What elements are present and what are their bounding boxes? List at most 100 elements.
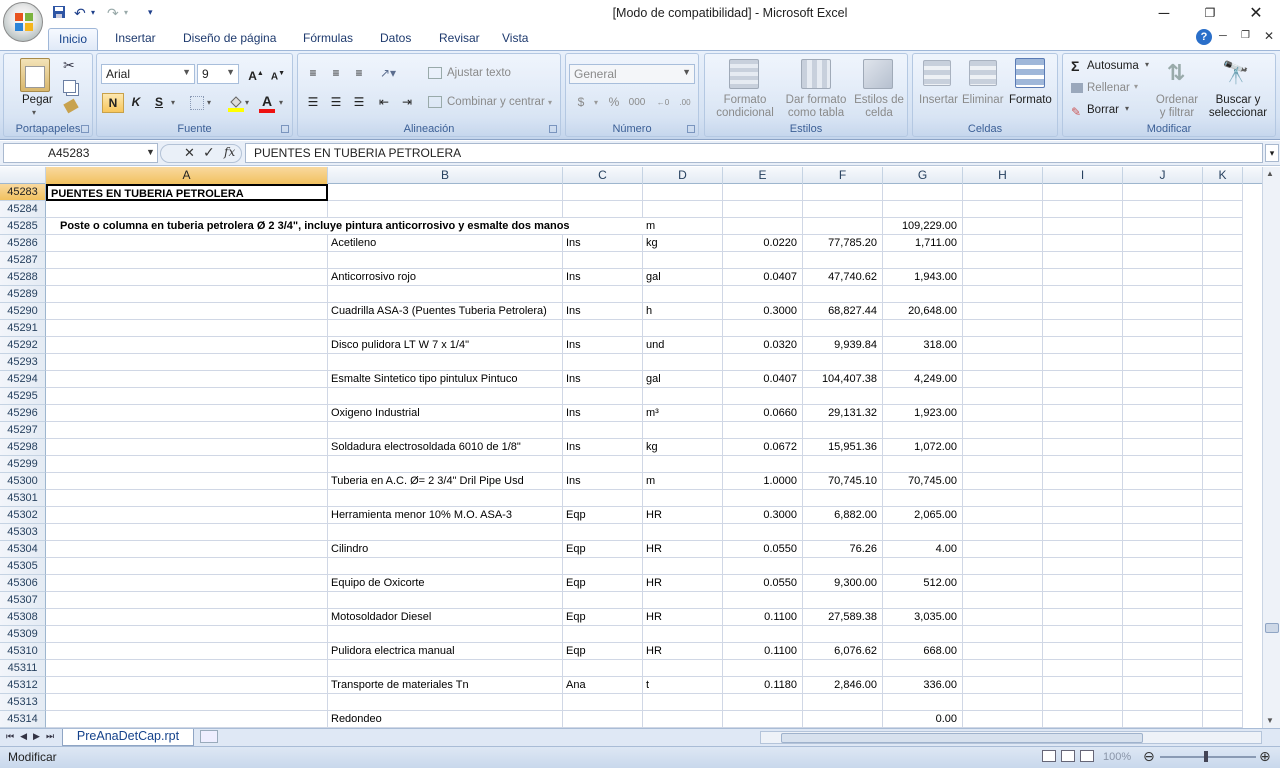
cell-j45291[interactable] <box>1123 320 1203 337</box>
help-icon[interactable]: ? <box>1196 29 1212 45</box>
cell-d45303[interactable] <box>643 524 723 541</box>
cell-b45303[interactable] <box>328 524 563 541</box>
cell-c45287[interactable] <box>563 252 643 269</box>
cell-b45309[interactable] <box>328 626 563 643</box>
normal-view-icon[interactable] <box>1042 750 1056 762</box>
row-header[interactable]: 45303 <box>0 524 46 541</box>
cell-j45286[interactable] <box>1123 235 1203 252</box>
cell-i45292[interactable] <box>1043 337 1123 354</box>
cell-j45298[interactable] <box>1123 439 1203 456</box>
paste-button[interactable]: Pegar <box>22 94 53 106</box>
cell-d45314[interactable] <box>643 711 723 728</box>
cell-a45308[interactable] <box>46 609 328 626</box>
column-header-e[interactable]: E <box>723 167 803 184</box>
cell-i45288[interactable] <box>1043 269 1123 286</box>
cell-g45287[interactable] <box>883 252 963 269</box>
orientation-icon[interactable]: ↗▾ <box>373 64 403 84</box>
cell-k45299[interactable] <box>1203 456 1243 473</box>
row-header[interactable]: 45306 <box>0 575 46 592</box>
cell-k45288[interactable] <box>1203 269 1243 286</box>
row-header[interactable]: 45299 <box>0 456 46 473</box>
cell-a45298[interactable] <box>46 439 328 456</box>
row-header[interactable]: 45285 <box>0 218 46 235</box>
align-center-icon[interactable]: ☰ <box>325 93 347 113</box>
cell-e45287[interactable] <box>723 252 803 269</box>
decrease-decimal-icon[interactable]: .00 <box>674 93 696 113</box>
cell-g45305[interactable] <box>883 558 963 575</box>
paste-dropdown-icon[interactable]: ▾ <box>32 108 36 117</box>
cell-a45305[interactable] <box>46 558 328 575</box>
column-header-h[interactable]: H <box>963 167 1043 184</box>
cell-e45295[interactable] <box>723 388 803 405</box>
cell-a45297[interactable] <box>46 422 328 439</box>
cell-f45289[interactable] <box>803 286 883 303</box>
cell-g45291[interactable] <box>883 320 963 337</box>
cell-k45300[interactable] <box>1203 473 1243 490</box>
cut-icon[interactable]: ✂ <box>63 57 75 74</box>
cell-k45314[interactable] <box>1203 711 1243 728</box>
cell-b45314[interactable]: Redondeo <box>328 711 563 728</box>
cell-i45293[interactable] <box>1043 354 1123 371</box>
cell-a45289[interactable] <box>46 286 328 303</box>
cell-c45283[interactable] <box>563 184 643 201</box>
cell-h45291[interactable] <box>963 320 1043 337</box>
cell-j45303[interactable] <box>1123 524 1203 541</box>
cell-d45305[interactable] <box>643 558 723 575</box>
cell-g45288[interactable]: 1,943.00 <box>883 269 963 286</box>
cell-f45291[interactable] <box>803 320 883 337</box>
cell-a45286[interactable] <box>46 235 328 252</box>
cell-g45306[interactable]: 512.00 <box>883 575 963 592</box>
cell-k45309[interactable] <box>1203 626 1243 643</box>
row-header[interactable]: 45296 <box>0 405 46 422</box>
cell-e45310[interactable]: 0.1100 <box>723 643 803 660</box>
cell-e45314[interactable] <box>723 711 803 728</box>
column-header-c[interactable]: C <box>563 167 643 184</box>
cell-j45285[interactable] <box>1123 218 1203 235</box>
cell-h45311[interactable] <box>963 660 1043 677</box>
cell-j45283[interactable] <box>1123 184 1203 201</box>
cell-a45287[interactable] <box>46 252 328 269</box>
cell-c45290[interactable]: Ins <box>563 303 643 320</box>
font-name-combo[interactable]: Arial ▼ <box>101 64 195 84</box>
row-header[interactable]: 45312 <box>0 677 46 694</box>
cell-j45284[interactable] <box>1123 201 1203 218</box>
sheet-tab-active[interactable]: PreAnaDetCap.rpt <box>62 729 194 746</box>
cell-k45310[interactable] <box>1203 643 1243 660</box>
cell-a45283[interactable]: PUENTES EN TUBERIA PETROLERA <box>46 184 328 201</box>
cell-c45314[interactable] <box>563 711 643 728</box>
cell-h45296[interactable] <box>963 405 1043 422</box>
cell-f45285[interactable] <box>803 218 883 235</box>
cell-j45293[interactable] <box>1123 354 1203 371</box>
portapapeles-dialog-icon[interactable] <box>81 125 89 133</box>
cell-a45306[interactable] <box>46 575 328 592</box>
cell-f45301[interactable] <box>803 490 883 507</box>
cell-e45283[interactable] <box>723 184 803 201</box>
cell-g45284[interactable] <box>883 201 963 218</box>
cell-k45285[interactable] <box>1203 218 1243 235</box>
cell-h45294[interactable] <box>963 371 1043 388</box>
grow-font-button[interactable]: A▲ <box>245 64 267 84</box>
cell-c45289[interactable] <box>563 286 643 303</box>
row-header[interactable]: 45308 <box>0 609 46 626</box>
cell-f45299[interactable] <box>803 456 883 473</box>
column-header-d[interactable]: D <box>643 167 723 184</box>
format-cells-button[interactable]: Formato <box>1009 94 1052 106</box>
cell-f45287[interactable] <box>803 252 883 269</box>
cell-i45303[interactable] <box>1043 524 1123 541</box>
cell-a45312[interactable] <box>46 677 328 694</box>
cell-g45285[interactable]: 109,229.00 <box>883 218 963 235</box>
cell-k45298[interactable] <box>1203 439 1243 456</box>
ribbon-restore-icon[interactable]: ❐ <box>1241 30 1250 41</box>
vertical-scroll-thumb[interactable] <box>1265 623 1279 633</box>
cell-b45301[interactable] <box>328 490 563 507</box>
font-color-dropdown-icon[interactable]: ▾ <box>279 98 283 107</box>
tab-revisar[interactable]: Revisar <box>439 31 480 45</box>
cell-j45300[interactable] <box>1123 473 1203 490</box>
cell-e45305[interactable] <box>723 558 803 575</box>
alineacion-dialog-icon[interactable] <box>549 125 557 133</box>
cell-j45302[interactable] <box>1123 507 1203 524</box>
cell-g45292[interactable]: 318.00 <box>883 337 963 354</box>
cell-b45308[interactable]: Motosoldador Diesel <box>328 609 563 626</box>
column-header-k[interactable]: K <box>1203 167 1243 184</box>
cell-h45302[interactable] <box>963 507 1043 524</box>
